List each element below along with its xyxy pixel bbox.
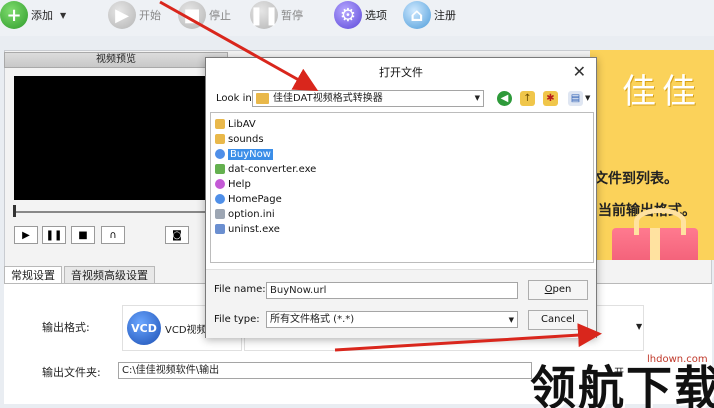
dialog-title: 打开文件 xyxy=(379,66,423,79)
file-name: uninst.exe xyxy=(228,223,280,235)
view-menu-icon[interactable]: ▤ xyxy=(568,91,583,106)
ad-logo: 佳佳 xyxy=(622,72,702,112)
open-file-dialog: 打开文件 ✕ Look in: 佳佳DAT视频格式转换器 ▼ ◀ ↑ ✱ ▤ ▼… xyxy=(205,57,597,338)
settings-tabs: 常规设置 音视频高级设置 xyxy=(4,266,157,284)
ad-banner[interactable]: 佳佳 文件到列表。 当前输出格式。 xyxy=(590,50,714,260)
dialog-footer: File name: BuyNow.url Open File type: 所有… xyxy=(206,270,596,338)
file-list[interactable]: LibAV sounds BuyNow dat-converter.exe He… xyxy=(210,112,594,263)
view-chevron-icon[interactable]: ▼ xyxy=(585,94,590,102)
output-format-label: 输出格式: xyxy=(42,321,90,334)
list-item[interactable]: dat-converter.exe xyxy=(215,162,316,176)
look-in-value: 佳佳DAT视频格式转换器 xyxy=(273,93,383,104)
file-type-value: 所有文件格式 (*.*) xyxy=(270,314,355,325)
seek-bar[interactable] xyxy=(14,211,210,213)
file-name: sounds xyxy=(228,133,264,145)
watermark-url: lhdown.com xyxy=(647,354,708,365)
start-button[interactable]: ▶ 开始 xyxy=(108,0,161,30)
seek-handle[interactable] xyxy=(13,205,16,217)
file-name: HomePage xyxy=(228,193,282,205)
cancel-button[interactable]: Cancel xyxy=(528,310,588,330)
file-name: BuyNow xyxy=(228,148,273,160)
preview-title: 视频预览 xyxy=(4,52,228,68)
add-icon: + xyxy=(0,1,28,29)
start-label: 开始 xyxy=(139,9,161,22)
camera-icon: ◙ xyxy=(172,229,182,241)
chevron-down-icon: ▼ xyxy=(508,316,514,324)
snapshot-button[interactable]: ◙ xyxy=(165,226,189,244)
look-in-label: Look in: xyxy=(216,93,256,104)
stop-icon: ■ xyxy=(78,229,88,241)
list-item[interactable]: uninst.exe xyxy=(215,222,280,236)
gift-box-icon xyxy=(612,208,698,260)
stop-control-button[interactable]: ■ xyxy=(71,226,95,244)
register-label: 注册 xyxy=(434,9,456,22)
list-item[interactable]: sounds xyxy=(215,132,264,146)
list-item-selected[interactable]: BuyNow xyxy=(215,147,273,161)
chevron-down-icon[interactable]: ▼ xyxy=(60,11,66,20)
format-dropdown-chevron-icon[interactable]: ▼ xyxy=(636,322,642,331)
output-folder-label: 输出文件夹: xyxy=(42,366,101,379)
main-toolbar: + 添加 ▼ ▶ 开始 ■ 停止 ❚❚ 暂停 ⚙ 选项 ⌂ 注册 xyxy=(0,0,714,36)
folder-icon xyxy=(256,93,269,104)
stop-icon: ■ xyxy=(178,1,206,29)
stop-label: 停止 xyxy=(209,9,231,22)
list-item[interactable]: LibAV xyxy=(215,117,256,131)
ad-line-1: 文件到列表。 xyxy=(594,171,678,187)
headphones-icon: ∩ xyxy=(109,229,117,241)
pause-button[interactable]: ❚❚ 暂停 xyxy=(249,0,303,30)
format-name: VCD视频 xyxy=(165,324,207,336)
video-preview-screen xyxy=(14,76,216,200)
gear-icon: ⚙ xyxy=(334,1,362,29)
pause-icon: ❚❚ xyxy=(249,1,279,29)
play-control-button[interactable]: ▶ xyxy=(14,226,38,244)
file-name: Help xyxy=(228,178,251,190)
back-icon[interactable]: ◀ xyxy=(497,91,512,106)
options-label: 选项 xyxy=(365,9,387,22)
list-item[interactable]: HomePage xyxy=(215,192,282,206)
folder-icon xyxy=(215,134,225,144)
play-icon: ▶ xyxy=(22,229,30,241)
file-name: dat-converter.exe xyxy=(228,163,317,175)
chevron-down-icon: ▼ xyxy=(474,94,480,102)
volume-control-button[interactable]: ∩ xyxy=(101,226,125,244)
look-in-dropdown[interactable]: 佳佳DAT视频格式转换器 ▼ xyxy=(252,90,484,107)
stop-button[interactable]: ■ 停止 xyxy=(178,0,231,30)
application-icon xyxy=(215,164,225,174)
folder-icon xyxy=(215,119,225,129)
settings-file-icon xyxy=(215,209,225,219)
close-icon[interactable]: ✕ xyxy=(573,62,586,81)
new-folder-icon[interactable]: ✱ xyxy=(543,91,558,106)
list-item[interactable]: Help xyxy=(215,177,251,191)
options-button[interactable]: ⚙ 选项 xyxy=(334,0,387,30)
play-icon: ▶ xyxy=(108,1,136,29)
file-name: option.ini xyxy=(228,208,275,220)
file-name-input[interactable]: BuyNow.url xyxy=(266,282,518,299)
add-label: 添加 xyxy=(31,9,53,22)
url-shortcut-icon xyxy=(215,149,225,159)
file-name-label: File name: xyxy=(214,284,266,295)
list-item[interactable]: option.ini xyxy=(215,207,275,221)
basket-icon: ⌂ xyxy=(403,1,431,29)
tab-general-settings[interactable]: 常规设置 xyxy=(4,266,62,284)
help-shortcut-icon xyxy=(215,179,225,189)
file-name: LibAV xyxy=(228,118,256,130)
output-folder-input[interactable]: C:\佳佳视频软件\输出 xyxy=(118,362,532,379)
add-button[interactable]: + 添加 ▼ xyxy=(0,0,66,30)
up-folder-icon[interactable]: ↑ xyxy=(520,91,535,106)
vcd-format-icon: VCD xyxy=(127,311,161,345)
open-button[interactable]: Open xyxy=(528,280,588,300)
file-type-dropdown[interactable]: 所有文件格式 (*.*) ▼ xyxy=(266,311,518,328)
pause-control-button[interactable]: ❚❚ xyxy=(42,226,66,244)
pause-icon: ❚❚ xyxy=(45,229,63,241)
pause-label: 暂停 xyxy=(281,9,303,22)
uninstall-icon xyxy=(215,224,225,234)
register-button[interactable]: ⌂ 注册 xyxy=(403,0,456,30)
tab-advanced-settings[interactable]: 音视频高级设置 xyxy=(64,266,155,284)
homepage-shortcut-icon xyxy=(215,194,225,204)
file-type-label: File type: xyxy=(214,314,260,325)
